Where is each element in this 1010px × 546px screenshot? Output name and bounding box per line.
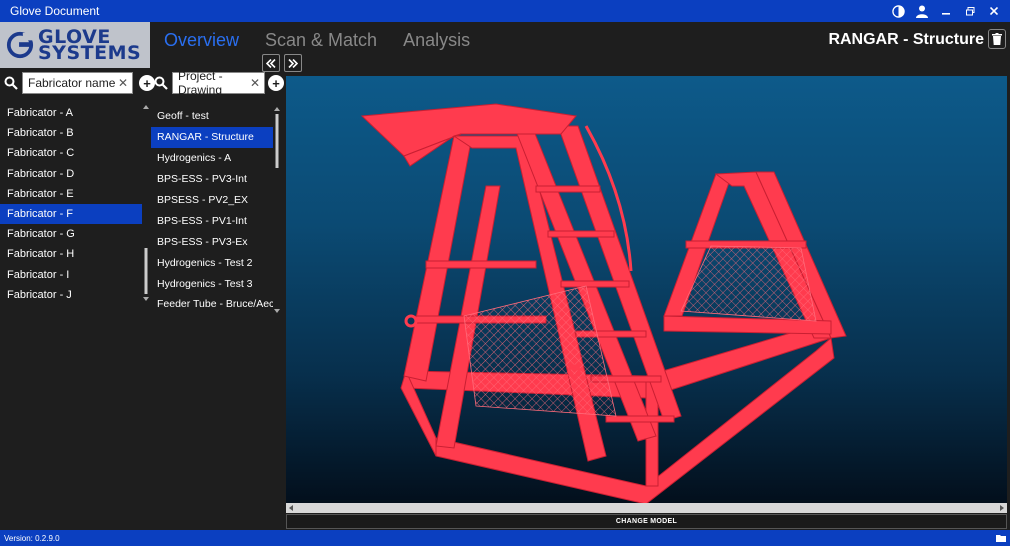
- model-viewport[interactable]: [286, 76, 1007, 503]
- tab-overview[interactable]: Overview: [164, 30, 239, 51]
- project-scrollbar[interactable]: [274, 106, 280, 314]
- list-item[interactable]: BPSESS - PV2_EX: [151, 190, 273, 211]
- list-item[interactable]: Fabricator - E: [0, 184, 142, 204]
- fabricator-search-input[interactable]: Fabricator name ✕: [22, 72, 133, 94]
- add-fabricator-button[interactable]: +: [139, 75, 155, 91]
- glove-logo-icon: [6, 31, 34, 59]
- minimize-button[interactable]: [938, 3, 954, 19]
- project-list: Geoff - test RANGAR - Structure Hydrogen…: [151, 106, 273, 315]
- trash-icon: [992, 33, 1002, 45]
- list-item[interactable]: Fabricator - C: [0, 143, 142, 163]
- page-title: RANGAR - Structure: [828, 31, 984, 48]
- list-item[interactable]: Hydrogenics - Test 3: [151, 273, 273, 294]
- fabricator-search-row: Fabricator name ✕ +: [4, 72, 155, 94]
- list-item[interactable]: Fabricator - I: [0, 265, 142, 285]
- close-button[interactable]: [986, 3, 1002, 19]
- user-icon[interactable]: [914, 3, 930, 19]
- list-item[interactable]: Fabricator - A: [0, 103, 142, 123]
- list-item-selected[interactable]: Fabricator - F: [0, 203, 142, 225]
- delete-button[interactable]: [988, 29, 1006, 49]
- folder-icon[interactable]: [996, 534, 1006, 542]
- list-item[interactable]: Feeder Tube - Bruce/Aecon: [151, 294, 273, 315]
- app-header: GLOVE SYSTEMS Overview Scan & Match Anal…: [0, 22, 1010, 76]
- double-chevron-right-icon: [288, 58, 298, 68]
- 3d-model-structure: [360, 103, 847, 503]
- add-project-button[interactable]: +: [268, 75, 284, 91]
- list-item[interactable]: Fabricator - J: [0, 285, 142, 305]
- clear-icon[interactable]: ✕: [118, 76, 128, 90]
- tab-scan-match[interactable]: Scan & Match: [265, 30, 377, 51]
- expand-right-button[interactable]: [284, 54, 302, 72]
- status-bar: Version: 0.2.9.0: [0, 530, 1010, 546]
- fabricator-scrollbar[interactable]: [143, 104, 149, 302]
- list-item[interactable]: Fabricator - D: [0, 164, 142, 184]
- list-item[interactable]: Fabricator - H: [0, 244, 142, 264]
- search-icon: [4, 76, 18, 90]
- project-search-input[interactable]: Project - Drawing ✕: [172, 69, 265, 97]
- list-item-selected[interactable]: RANGAR - Structure: [151, 126, 273, 148]
- list-item[interactable]: Fabricator - B: [0, 123, 142, 143]
- fabricator-search-value: Fabricator name: [28, 76, 116, 90]
- main-nav: Overview Scan & Match Analysis: [164, 30, 470, 51]
- tab-analysis[interactable]: Analysis: [403, 30, 470, 51]
- clear-icon[interactable]: ✕: [250, 76, 260, 90]
- fabricator-list: Fabricator - A Fabricator - B Fabricator…: [0, 103, 142, 305]
- collapse-left-button[interactable]: [262, 54, 280, 72]
- list-item[interactable]: BPS-ESS - PV1-Int: [151, 210, 273, 231]
- change-model-button[interactable]: CHANGE MODEL: [286, 514, 1007, 529]
- version-label: Version: 0.2.9.0: [4, 533, 60, 543]
- glove-systems-logo: GLOVE SYSTEMS: [0, 22, 150, 68]
- double-chevron-left-icon: [266, 58, 276, 68]
- list-item[interactable]: Fabricator - G: [0, 224, 142, 244]
- logo-line2: SYSTEMS: [38, 42, 142, 64]
- theme-toggle-icon[interactable]: [890, 3, 906, 19]
- restore-button[interactable]: [962, 3, 978, 19]
- search-icon: [154, 76, 168, 90]
- list-item[interactable]: Hydrogenics - A: [151, 148, 273, 169]
- title-bar: Glove Document: [0, 0, 1010, 22]
- list-item[interactable]: Geoff - test: [151, 106, 273, 127]
- list-item[interactable]: Hydrogenics - Test 2: [151, 252, 273, 273]
- window-title: Glove Document: [10, 4, 100, 18]
- list-item[interactable]: BPS-ESS - PV3-Ex: [151, 231, 273, 252]
- viewport-horizontal-scrollbar[interactable]: [286, 503, 1007, 513]
- project-search-row: Project - Drawing ✕ +: [154, 69, 284, 97]
- list-item[interactable]: BPS-ESS - PV3-Int: [151, 169, 273, 190]
